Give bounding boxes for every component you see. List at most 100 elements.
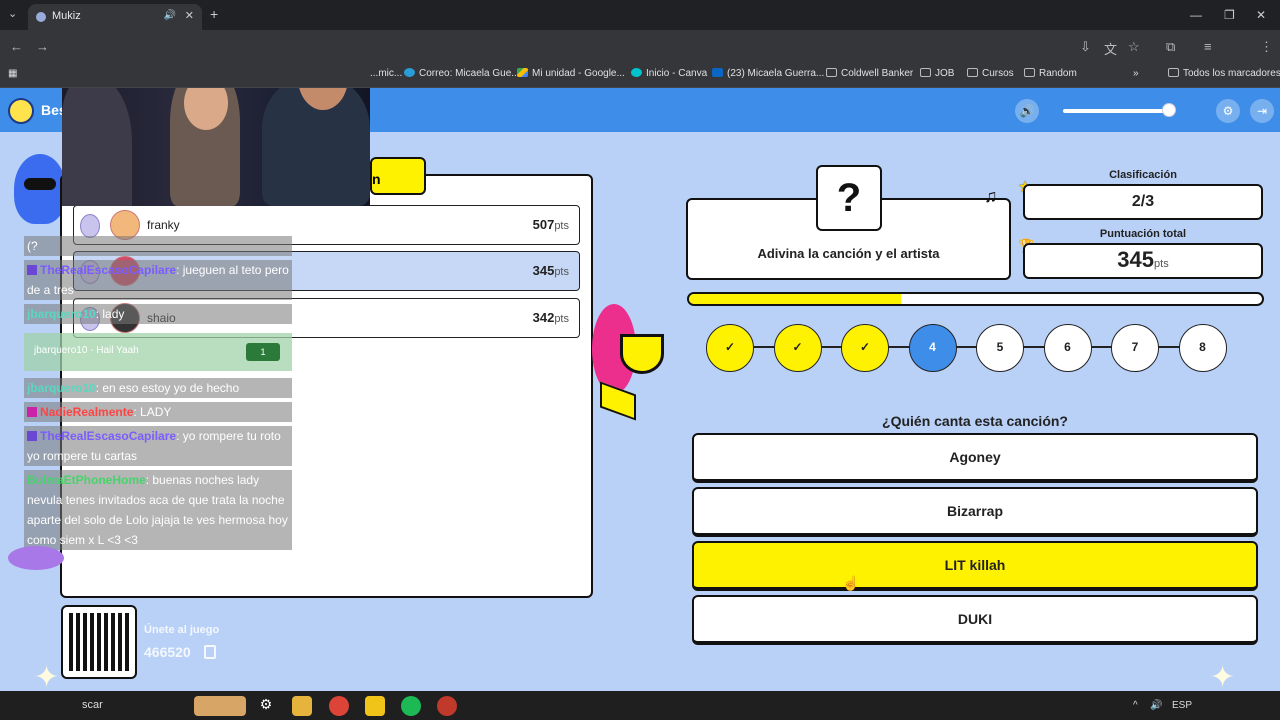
blue-mascot	[14, 154, 66, 224]
news-widget[interactable]	[194, 696, 246, 716]
round-step-3: ✓	[841, 324, 889, 372]
qr-code	[61, 605, 137, 679]
folder-icon	[967, 68, 978, 77]
all-bookmarks[interactable]: Todos los marcadores	[1168, 68, 1280, 79]
extensions-icon[interactable]: ⧉	[1166, 39, 1175, 55]
total-score-value: 345	[1117, 247, 1155, 272]
browser-tab[interactable]: Mukiz 🔊 ✕	[28, 4, 202, 30]
music-note-icon: ♫	[984, 186, 998, 206]
bookmark-8[interactable]: Random	[1024, 68, 1077, 79]
player-points: 507pts	[532, 217, 569, 232]
round-step-5: 5	[976, 324, 1024, 372]
apps-icon[interactable]: ▦	[8, 68, 17, 79]
close-tab-icon[interactable]: ✕	[185, 9, 194, 22]
game-area: Bes 🔊 ⚙ ⇥ n franky 507pts 345pts shaio 3…	[0, 88, 1280, 691]
drive-icon	[517, 68, 528, 77]
volume-icon[interactable]: 🔊	[1015, 99, 1039, 123]
media-icon[interactable]: ≡	[1204, 39, 1212, 54]
outlook-icon	[404, 68, 415, 77]
canva-icon	[631, 68, 642, 77]
chat-message: jbarquero10: lady	[24, 304, 292, 324]
bookmark-3[interactable]: Inicio - Canva	[631, 68, 707, 79]
exit-icon[interactable]: ⇥	[1250, 99, 1274, 123]
volume-slider[interactable]	[1063, 109, 1169, 113]
trophy-icon	[620, 334, 664, 374]
bookmarks-bar: ▦ ...mic... Correo: Micaela Gue... Mi un…	[0, 62, 1280, 88]
chrome-icon[interactable]	[329, 696, 349, 716]
round-step-2: ✓	[773, 324, 822, 372]
bookmark-4[interactable]: (23) Micaela Guerra...	[712, 68, 824, 79]
answer-option-lit-killah[interactable]: LIT killah	[692, 541, 1258, 591]
tab-title: Mukiz	[52, 10, 81, 22]
install-icon[interactable]: ⇩	[1080, 39, 1091, 55]
bookmark-5[interactable]: Coldwell Banker	[826, 68, 913, 79]
join-label: Únete al juego	[144, 624, 220, 636]
player-points: 345pts	[532, 263, 569, 278]
spotify-icon[interactable]	[401, 696, 421, 716]
translate-icon[interactable]: 文	[1104, 39, 1117, 58]
browser-tab-bar: ⌄ Mukiz 🔊 ✕ + — ❐ ✕	[0, 0, 1280, 30]
medal-icon	[80, 214, 100, 238]
chat-message: jbarquero10: en eso estoy yo de hecho	[24, 378, 292, 398]
leaderboard-tag: n	[370, 157, 426, 195]
copy-icon[interactable]	[204, 645, 216, 659]
bookmark-2[interactable]: Mi unidad - Google...	[517, 68, 625, 79]
settings-app-icon[interactable]: ⚙	[256, 696, 276, 716]
game-logo	[8, 98, 34, 124]
answer-option-agoney[interactable]: Agoney	[692, 433, 1258, 483]
prompt-text: Adivina la canción y el artista	[757, 246, 940, 261]
tray-chevron-icon[interactable]: ^	[1133, 700, 1138, 711]
answer-option-duki[interactable]: DUKI	[692, 595, 1258, 645]
join-code: 466520	[144, 644, 191, 660]
restore-icon[interactable]: ❐	[1224, 8, 1235, 22]
linkedin-icon	[712, 68, 723, 77]
chat-message: NadieRealmente: LADY	[24, 402, 292, 422]
close-window-icon[interactable]: ✕	[1256, 8, 1266, 22]
taskbar: scar ⚙ ^ 🔊 ESP	[0, 691, 1280, 720]
forward-icon[interactable]: →	[36, 39, 49, 54]
tab-list-icon[interactable]: ⌄	[8, 7, 17, 20]
sound-icon[interactable]: 🔊	[1150, 700, 1162, 711]
badge-icon	[27, 265, 37, 275]
webcam-overlay	[62, 88, 370, 206]
mystery-song-box: ?	[816, 165, 882, 231]
language-indicator[interactable]: ESP	[1172, 700, 1192, 711]
browser-toolbar: ← → ⇩ 文 ☆ ⧉ ≡ ⋮	[0, 30, 1280, 84]
person-left	[62, 88, 132, 206]
obs-icon[interactable]	[437, 696, 457, 716]
round-step-6: 6	[1043, 324, 1092, 372]
chat-cheer-highlight: jbarquero10 - Hail Yaah 1	[24, 333, 292, 371]
settings-icon[interactable]: ⚙	[1216, 99, 1240, 123]
round-step-7: 7	[1111, 324, 1159, 372]
menu-icon[interactable]: ⋮	[1260, 39, 1273, 55]
bookmark-1[interactable]: Correo: Micaela Gue...	[404, 68, 520, 79]
total-score-box: 345pts	[1023, 243, 1263, 279]
speaker-icon[interactable]: 🔊	[164, 10, 176, 21]
bookmark-6[interactable]: JOB	[920, 68, 954, 79]
folder-icon	[920, 68, 931, 77]
folder-icon	[1168, 68, 1179, 77]
bookmark-0[interactable]: ...mic...	[370, 68, 402, 79]
new-tab-button[interactable]: +	[210, 6, 218, 22]
minimize-icon[interactable]: —	[1190, 8, 1202, 22]
file-explorer-icon[interactable]	[292, 696, 312, 716]
bookmarks-overflow[interactable]: »	[1133, 68, 1139, 79]
ranking-box: 2/3	[1023, 184, 1263, 220]
hand-cursor-icon: ☝	[842, 575, 860, 591]
round-progress-bar	[687, 292, 1264, 306]
bookmark-7[interactable]: Cursos	[967, 68, 1014, 79]
bookmark-star-icon[interactable]: ☆	[1128, 39, 1140, 55]
tab-favicon	[36, 12, 46, 22]
sunglasses	[24, 178, 56, 190]
volume-slider-thumb[interactable]	[1162, 103, 1176, 117]
ranking-value: 2/3	[1131, 193, 1155, 210]
round-step-4: 4	[908, 324, 957, 372]
back-icon[interactable]: ←	[10, 39, 23, 54]
question-text: ¿Quién canta esta canción?	[882, 413, 1068, 429]
sticky-notes-icon[interactable]	[365, 696, 385, 716]
badge-icon	[27, 407, 37, 417]
answer-option-bizarrap[interactable]: Bizarrap	[692, 487, 1258, 537]
purple-mascot	[8, 546, 64, 570]
chat-message: BulmaEtPhoneHome: buenas noches lady nev…	[24, 470, 292, 550]
taskbar-search[interactable]: scar	[82, 699, 103, 711]
